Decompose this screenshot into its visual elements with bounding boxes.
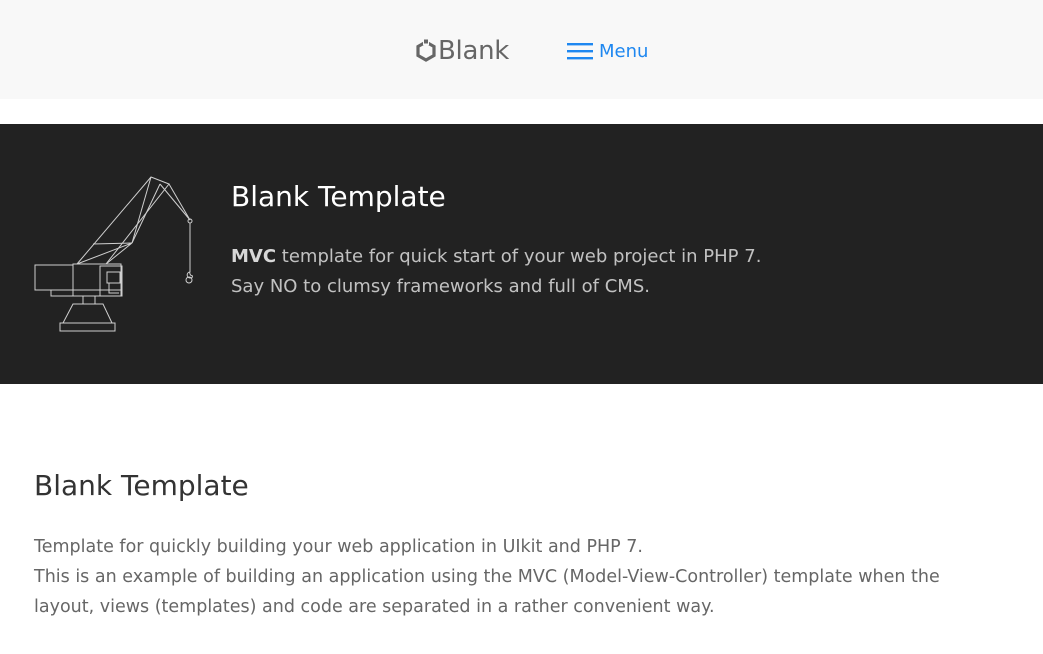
hamburger-menu-icon [567, 43, 593, 60]
hero-section: Blank Template MVC template for quick st… [0, 124, 1043, 384]
logo-icon [416, 39, 436, 62]
hero-line-1: MVC template for quick start of your web… [231, 242, 761, 272]
hero-title: Blank Template [231, 180, 446, 213]
hero-line-2: Say NO to clumsy frameworks and full of … [231, 276, 650, 297]
navbar: Blank Menu [0, 0, 1043, 99]
menu-toggle-button[interactable]: Menu [567, 36, 648, 66]
section-description: Template for quickly building your web a… [34, 532, 994, 622]
logo-link[interactable]: Blank [415, 33, 509, 69]
crane-icon [34, 176, 193, 332]
section-title: Blank Template [34, 469, 249, 502]
hero-line-1-text: template for quick start of your web pro… [276, 246, 762, 267]
hero-description: MVC template for quick start of your web… [231, 242, 761, 302]
hero-mvc-keyword: MVC [231, 246, 277, 267]
menu-label: Menu [599, 40, 649, 62]
logo-text: Blank [438, 36, 510, 66]
section-line-2: This is an example of building an applic… [34, 567, 940, 617]
section-line-1: Template for quickly building your web a… [34, 537, 643, 557]
